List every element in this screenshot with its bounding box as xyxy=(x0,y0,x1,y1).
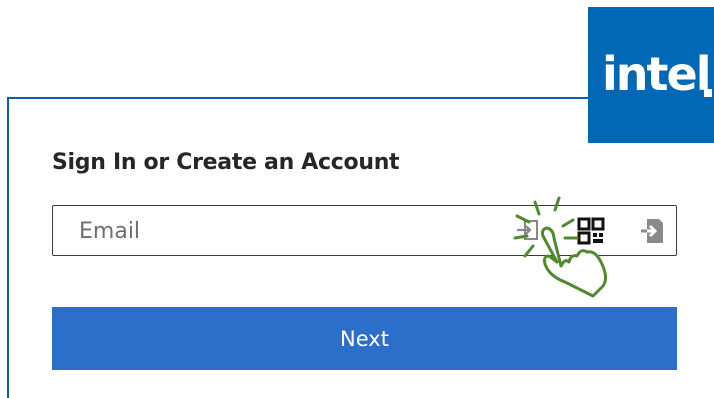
logo-dot xyxy=(704,89,712,97)
next-button[interactable]: Next xyxy=(52,307,677,370)
tap-hand-icon xyxy=(513,196,608,298)
logo-wordmark: intel xyxy=(602,47,711,101)
signin-page: intel Sign In or Create an Account Email… xyxy=(0,0,714,398)
page-title: Sign In or Create an Account xyxy=(52,150,400,175)
signin-arrow-icon[interactable] xyxy=(639,216,665,246)
intel-logo: intel xyxy=(588,7,714,143)
email-input[interactable] xyxy=(79,216,499,246)
